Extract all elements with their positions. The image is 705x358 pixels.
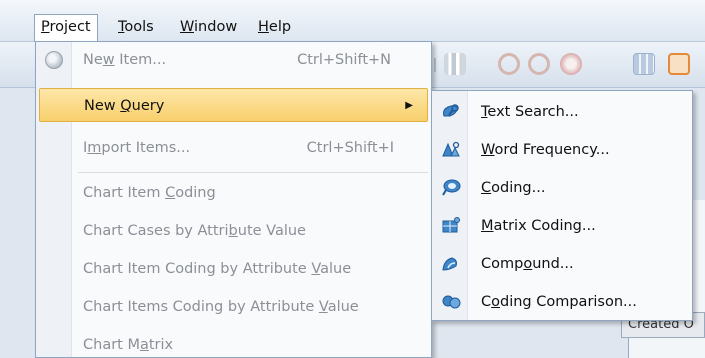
label-accel: C: [165, 185, 176, 201]
menu-item-new-item: New Item... Ctrl+Shift+N: [36, 42, 431, 78]
label-accel: Q: [120, 98, 132, 114]
submenu-arrow-icon: ▶: [405, 100, 413, 111]
menu-item-chart-items-coding-by-attribute: Chart Items Coding by Attribute Value: [36, 289, 431, 325]
menu-item-chart-matrix: Chart Matrix: [36, 327, 431, 358]
menu-separator: [78, 172, 428, 173]
submenu-item-matrix-coding[interactable]: Matrix Coding...: [432, 207, 692, 245]
menu-window[interactable]: Window: [176, 15, 241, 41]
label-text-rest: oding: [175, 185, 216, 201]
label-text-rest: port Items...: [101, 140, 191, 156]
label-text: Chart Items Coding by Attribute: [83, 299, 319, 315]
submenu-item-label: Matrix Coding...: [481, 207, 596, 245]
menu-project[interactable]: Project: [34, 14, 98, 42]
refresh-icon[interactable]: [560, 53, 582, 75]
label-text-rest: trix: [148, 337, 174, 353]
menu-help[interactable]: Help: [254, 15, 295, 41]
submenu-item-word-frequency[interactable]: Word Frequency...: [432, 131, 692, 169]
label-text: C: [481, 294, 492, 310]
menu-help-text-rest: elp: [268, 19, 292, 35]
label-accel: M: [481, 218, 494, 234]
label-text-rest: ext Search...: [487, 104, 579, 120]
submenu-item-label: Coding Comparison...: [481, 283, 637, 321]
label-accel: b: [228, 223, 238, 239]
menu-help-accel: H: [258, 19, 269, 35]
label-text: Chart M: [83, 337, 140, 353]
coding-query-icon: [442, 179, 461, 196]
text-search-icon: [443, 104, 459, 117]
menu-item-import-items: Import Items... Ctrl+Shift+I: [36, 130, 431, 166]
menu-item-chart-item-coding-by-attribute: Chart Item Coding by Attribute Value: [36, 251, 431, 287]
label-accel: a: [139, 337, 149, 353]
label-text: Comp: [481, 256, 524, 272]
label-text: Chart Item: [83, 185, 166, 201]
grid-view-icon[interactable]: [633, 53, 655, 75]
label-text-rest: uery: [131, 98, 165, 114]
coding-comparison-icon: [442, 295, 461, 309]
menu-item-shortcut: Ctrl+Shift+I: [306, 140, 394, 156]
label-accel: C: [481, 180, 492, 196]
menu-bar: Project Tools Window Help: [0, 0, 705, 42]
label-text-rest: ute Value: [237, 223, 306, 239]
label-text-rest: ord Frequency...: [494, 142, 610, 158]
new-item-icon: [45, 51, 63, 69]
menu-tools[interactable]: Tools: [114, 15, 158, 41]
label-accel: o: [523, 256, 533, 272]
label-text-rest: atrix Coding...: [493, 218, 596, 234]
label-accel: w: [102, 52, 115, 68]
label-text: Ne: [83, 52, 103, 68]
label-accel: V: [318, 299, 328, 315]
menu-tools-text-rest: ools: [124, 19, 154, 35]
menu-item-new-query[interactable]: New Query ▶: [39, 88, 428, 122]
label-text-rest: alue: [320, 261, 352, 277]
project-menu: New Item... Ctrl+Shift+N New Query ▶ Imp…: [35, 41, 432, 358]
menu-item-label: Chart Item Coding: [83, 175, 216, 211]
label-text-rest: und...: [532, 256, 574, 272]
menu-project-text-rest: roject: [49, 19, 91, 35]
compound-query-icon: [442, 257, 457, 271]
label-text: New: [84, 98, 121, 114]
toolbar-separator: [434, 58, 436, 72]
submenu-item-label: Coding...: [481, 169, 545, 207]
word-frequency-icon: [442, 141, 460, 157]
menu-item-label: Chart Items Coding by Attribute Value: [83, 289, 359, 325]
label-text-rest: alue: [327, 299, 359, 315]
menu-item-chart-cases-by-attribute: Chart Cases by Attribute Value: [36, 213, 431, 249]
menu-item-label: Import Items...: [83, 130, 190, 166]
label-accel: W: [481, 142, 495, 158]
menu-window-text-rest: indow: [194, 19, 238, 35]
submenu-item-compound[interactable]: Compound...: [432, 245, 692, 283]
menu-item-label: Chart Matrix: [83, 327, 173, 358]
redo-icon[interactable]: [528, 53, 550, 75]
label-accel: o: [491, 294, 500, 310]
label-text: Chart Item Coding by Attribute: [83, 261, 312, 277]
menu-item-label: New Item...: [83, 42, 166, 78]
menu-window-accel: W: [180, 19, 195, 35]
menu-item-chart-item-coding: Chart Item Coding: [36, 175, 431, 211]
matrix-coding-icon: [442, 217, 460, 233]
label-text-rest: ding Comparison...: [500, 294, 637, 310]
label-accel: m: [87, 140, 102, 156]
label-text-rest: oding...: [491, 180, 546, 196]
menu-item-shortcut: Ctrl+Shift+N: [297, 52, 391, 68]
label-text-rest: Item...: [114, 52, 167, 68]
submenu-item-coding-comparison[interactable]: Coding Comparison...: [432, 283, 692, 321]
label-text: Chart Cases by Attri: [83, 223, 229, 239]
submenu-item-text-search[interactable]: Text Search...: [432, 93, 692, 131]
menu-item-label: New Query: [84, 89, 164, 123]
chart-icon[interactable]: [444, 53, 466, 75]
submenu-item-label: Compound...: [481, 245, 574, 283]
menu-item-label: Chart Cases by Attribute Value: [83, 213, 306, 249]
menu-project-accel: P: [41, 19, 50, 35]
undo-icon[interactable]: [498, 53, 520, 75]
label-accel: V: [311, 261, 321, 277]
submenu-item-coding[interactable]: Coding...: [432, 169, 692, 207]
submenu-item-label: Text Search...: [481, 93, 579, 131]
new-query-submenu: Text Search... Word Frequency... Coding.…: [431, 90, 693, 321]
panel-layout-icon[interactable]: [668, 53, 690, 75]
menu-item-label: Chart Item Coding by Attribute Value: [83, 251, 351, 287]
submenu-item-label: Word Frequency...: [481, 131, 610, 169]
